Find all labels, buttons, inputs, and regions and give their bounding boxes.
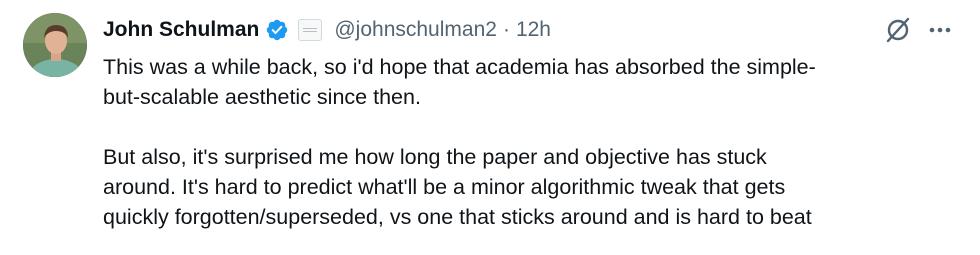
author-name[interactable]: John Schulman — [103, 18, 259, 42]
timestamp[interactable]: 12h — [516, 18, 551, 42]
more-options-icon[interactable] — [927, 18, 953, 42]
grok-icon[interactable] — [884, 16, 912, 44]
author-handle[interactable]: @johnschulman2 — [334, 18, 497, 42]
verified-badge-icon — [265, 18, 289, 42]
tweet-text: This was a while back, so i'd hope that … — [103, 52, 953, 232]
tweet-paragraph: This was a while back, so i'd hope that … — [103, 55, 816, 109]
affiliation-badge-icon[interactable] — [298, 19, 323, 41]
separator-dot: · — [502, 18, 510, 41]
avatar[interactable] — [23, 13, 87, 77]
tweet: John Schulman @johnschulman2 · 12h This … — [0, 0, 980, 255]
tweet-header: John Schulman @johnschulman2 · 12h — [103, 14, 551, 46]
tweet-paragraph: But also, it's surprised me how long the… — [103, 145, 812, 229]
